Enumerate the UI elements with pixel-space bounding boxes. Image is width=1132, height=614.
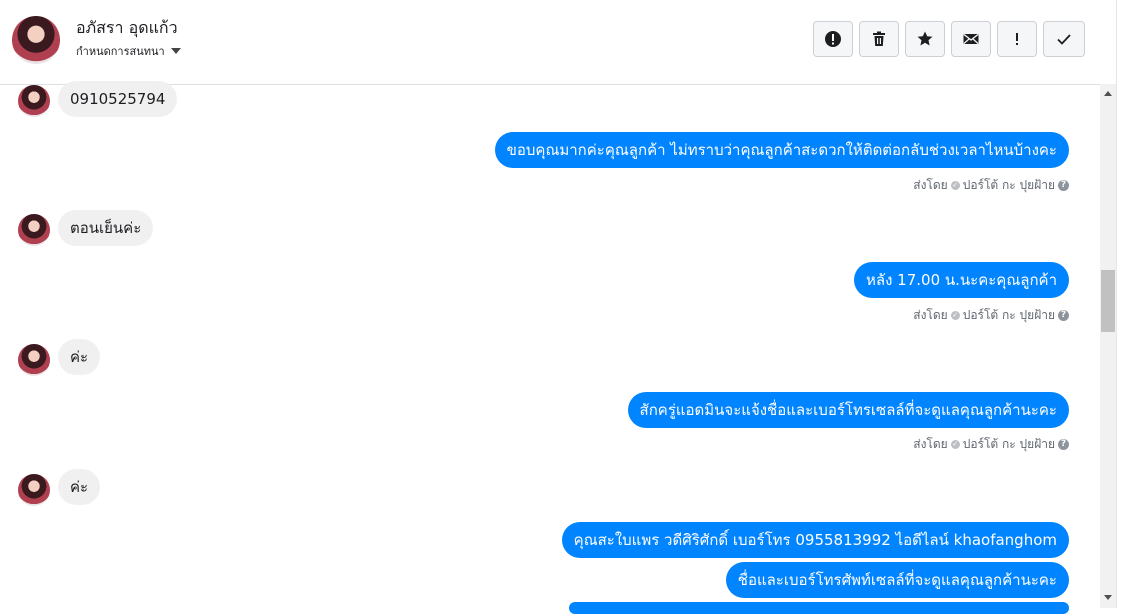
star-icon (917, 31, 933, 46)
contact-avatar (18, 85, 50, 117)
scroll-up-arrow-icon[interactable] (1104, 91, 1112, 96)
incoming-message: ตอนเย็นค่ะ (58, 210, 154, 246)
sent-by-label: ส่งโดย (913, 437, 948, 451)
sent-by-info: ส่งโดย ✓ ปอร์โต้ กะ ปุยฝ้าย ? (913, 306, 1069, 325)
incoming-message: 0910525794 (58, 81, 178, 117)
outgoing-message: ชื่อและเบอร์โทรศัพท์เซลล์ที่จะดูแลคุณลูก… (725, 562, 1069, 598)
contact-avatar (18, 344, 50, 376)
schedule-label: กำหนดการสนทนา (76, 45, 165, 58)
sender-name: ปอร์โต้ กะ ปุยฝ้าย (962, 308, 1055, 322)
sent-by-info: ส่งโดย ✓ ปอร์โต้ กะ ปุยฝ้าย ? (913, 176, 1069, 195)
sender-name: ปอร์โต้ กะ ปุยฝ้าย (962, 437, 1055, 451)
mark-important-button[interactable] (997, 21, 1037, 57)
help-icon[interactable]: ? (1058, 310, 1069, 321)
message-scrollbar[interactable] (1100, 84, 1116, 608)
contact-avatar (18, 474, 50, 506)
verified-icon: ✓ (950, 181, 960, 190)
contact-avatar (18, 214, 50, 246)
sent-by-label: ส่งโดย (913, 178, 948, 192)
outgoing-message-partial (569, 602, 1069, 614)
star-button[interactable] (905, 21, 945, 57)
caret-down-icon (170, 48, 181, 54)
avatar[interactable] (12, 16, 60, 64)
conversation-header: อภัสรา อุดแก้ว กำหนดการสนทนา (0, 0, 1116, 85)
scrollbar-thumb[interactable] (1101, 270, 1115, 332)
help-icon[interactable]: ? (1058, 180, 1069, 191)
contact-name: อภัสรา อุดแก้ว (76, 18, 178, 37)
conversation-schedule-dropdown[interactable]: กำหนดการสนทนา (76, 42, 181, 60)
outgoing-message: คุณสะใบแพร วดีศิริศักดิ์ เบอร์โทร 095581… (561, 522, 1069, 558)
sent-by-info: ส่งโดย ✓ ปอร์โต้ กะ ปุยฝ้าย ? (913, 435, 1069, 454)
scroll-down-arrow-icon[interactable] (1104, 595, 1112, 600)
check-icon (1057, 34, 1071, 45)
report-button[interactable] (813, 21, 853, 57)
verified-icon: ✓ (950, 311, 960, 320)
toolbar (813, 21, 1085, 57)
sender-name: ปอร์โต้ กะ ปุยฝ้าย (962, 178, 1055, 192)
sent-by-label: ส่งโดย (913, 308, 948, 322)
incoming-message: ค่ะ (58, 469, 101, 505)
verified-icon: ✓ (950, 440, 960, 449)
delete-button[interactable] (859, 21, 899, 57)
mark-done-button[interactable] (1043, 21, 1085, 57)
mail-icon (963, 33, 979, 44)
mail-button[interactable] (951, 21, 991, 57)
help-icon[interactable]: ? (1058, 439, 1069, 450)
trash-icon (873, 31, 885, 46)
report-icon (825, 31, 841, 47)
outgoing-message: ขอบคุณมากค่ะคุณลูกค้า ไม่ทราบว่าคุณลูกค้… (494, 132, 1069, 168)
outgoing-message: หลัง 17.00 น.นะคะคุณลูกค้า (854, 262, 1069, 298)
incoming-message: ค่ะ (58, 339, 101, 375)
right-panel-edge (1116, 0, 1132, 608)
outgoing-message: สักครู่แอดมินจะแจ้งชื่อและเบอร์โทรเซลล์ท… (627, 392, 1069, 428)
exclamation-icon (1016, 33, 1018, 45)
